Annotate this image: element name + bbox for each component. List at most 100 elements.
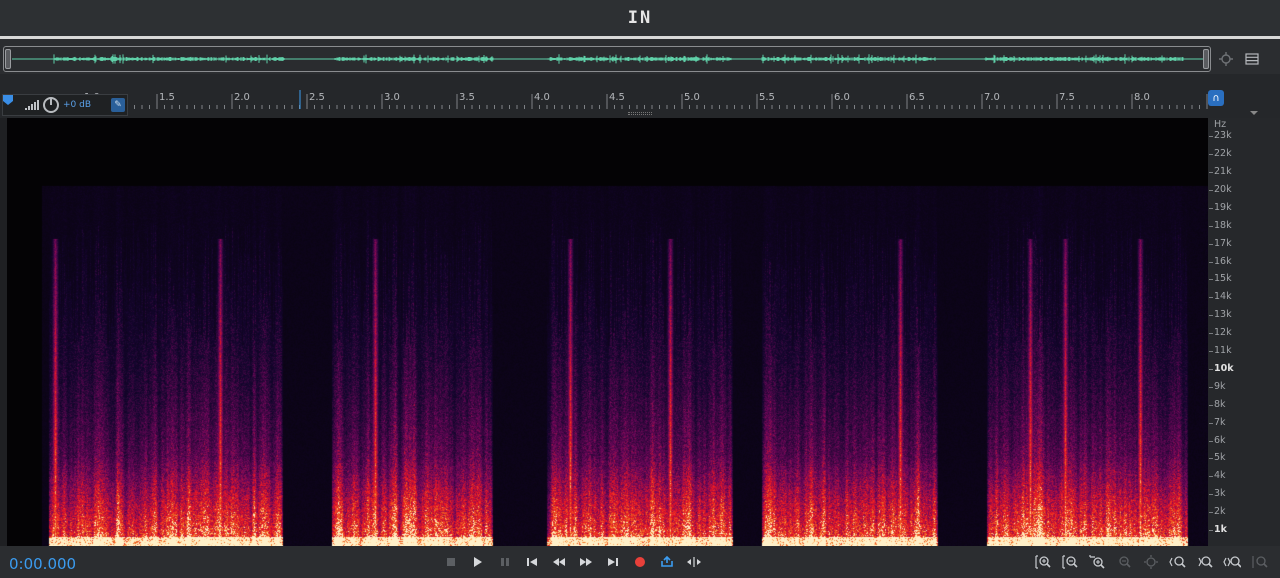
frequency-axis: Hz 23k 22k 21k 20k 19k 18k 17k 16k 15k 14k 13k 12k 1… [1208,118,1280,546]
playhead-marker[interactable] [3,95,13,105]
level-meter-icon [25,100,39,110]
frequency-tick [1209,154,1213,156]
frequency-tick [1209,440,1213,442]
ruler-label: 7.0 [984,92,1000,103]
frequency-tick [1209,494,1213,496]
go-to-end-button[interactable] [604,553,622,571]
ruler-label: 6.5 [909,92,925,103]
frequency-label: 6k [1214,434,1226,446]
ruler-label: 1.5 [159,92,175,103]
frequency-unit-label: Hz [1214,119,1227,130]
pause-button[interactable] [496,553,514,571]
ruler-label: 2.5 [309,92,325,103]
frequency-tick [1209,512,1213,514]
clip-gain-control: +0 dB ✎ [2,94,128,116]
frequency-tick [1209,243,1213,245]
frequency-tick [1209,136,1213,138]
pin-icon[interactable]: ✎ [111,98,125,112]
frequency-label: 17k [1214,237,1232,249]
chevron-down-icon[interactable] [1250,111,1258,115]
frequency-tick [1209,172,1213,173]
zoom-out-amplitude-button[interactable] [1061,553,1079,571]
title-bar: IN [0,0,1280,36]
loop-button[interactable] [658,553,676,571]
ruler-label: 4.5 [609,92,625,103]
gain-value[interactable]: +0 dB [63,100,91,110]
frequency-tick [1209,279,1213,281]
gain-knob-icon[interactable] [43,97,59,113]
frequency-tick [1209,315,1213,317]
zoom-reset-button[interactable] [1251,553,1269,571]
frequency-label: 15k [1214,273,1232,285]
spectrogram-canvas[interactable] [7,118,1208,546]
panel-menu-icon[interactable] [1242,49,1262,69]
frequency-label: 11k [1214,345,1232,356]
frequency-label: 18k [1214,219,1232,231]
snap-magnet-icon[interactable]: ∩ [1208,90,1224,106]
transport-bar: 0:00.000 [0,546,1280,578]
frequency-label: 10k [1214,362,1234,374]
frequency-tick [1209,458,1213,460]
frequency-tick [1209,189,1213,191]
skip-selection-button[interactable] [685,553,703,571]
frequency-label: 8k [1214,398,1226,410]
frequency-label: 23k [1214,130,1232,142]
frequency-tick [1209,386,1213,388]
frequency-label: 13k [1214,309,1232,321]
frequency-label: 3k [1214,488,1226,500]
overview-left-handle[interactable] [5,49,11,69]
zoom-in-amplitude-button[interactable] [1034,553,1052,571]
record-button[interactable] [631,553,649,571]
time-ruler-panel: 1.01.52.02.53.03.54.04.55.05.56.06.57.07… [0,74,1280,118]
overview-navigator[interactable] [3,46,1211,72]
frequency-label: 22k [1214,148,1232,160]
window-title: IN [627,8,653,28]
frequency-tick [1209,368,1213,370]
ruler-label: 5.0 [684,92,700,103]
ruler-label: 3.0 [384,92,400,103]
frequency-label: 4k [1214,470,1226,482]
frequency-label: 2k [1214,506,1226,518]
frequency-tick [1209,476,1213,478]
ruler-label: 5.5 [759,92,775,103]
frequency-label: 14k [1214,291,1232,303]
zoom-navigator-icon[interactable] [1216,49,1236,69]
frequency-label: 9k [1214,380,1226,392]
frequency-tick [1209,297,1213,299]
overview-waveform [12,54,1204,64]
resize-grip[interactable] [628,112,652,115]
frequency-label: 12k [1214,327,1232,339]
zoom-selection-button[interactable] [1169,553,1187,571]
spectral-display: Hz 23k 22k 21k 20k 19k 18k 17k 16k 15k 14k 13k 12k 1… [0,118,1280,546]
frequency-tick [1209,422,1213,424]
zoom-full-button[interactable] [1142,553,1160,571]
overview-right-handle[interactable] [1203,49,1209,69]
frequency-tick [1209,261,1213,263]
ruler-label: 4.0 [534,92,550,103]
frequency-label: 16k [1214,255,1232,267]
frequency-tick [1209,351,1213,352]
frequency-label: 19k [1214,201,1232,213]
zoom-in-left-button[interactable] [1196,553,1214,571]
fast-forward-button[interactable] [577,553,595,571]
waveform-trace [53,54,1184,64]
audio-editor: IN 1.01.52.02.53.03.54.04.55.05.56.06.57… [0,0,1280,578]
frequency-label: 21k [1214,166,1232,177]
time-display[interactable]: 0:00.000 [9,555,76,573]
frequency-label: 1k [1214,524,1227,535]
frequency-label: 20k [1214,183,1232,195]
play-button[interactable] [469,553,487,571]
frequency-tick [1209,404,1213,406]
frequency-label: 5k [1214,452,1226,464]
frequency-tick [1209,530,1213,531]
stop-button[interactable] [442,553,460,571]
overview-panel [0,46,1280,74]
time-ruler[interactable]: 1.01.52.02.53.03.54.04.55.05.56.06.57.07… [0,86,1212,110]
go-to-start-button[interactable] [523,553,541,571]
zoom-in-time-button[interactable] [1088,553,1106,571]
frequency-tick [1209,207,1213,209]
toolbar-spacer [0,39,1280,46]
zoom-out-time-button[interactable] [1115,553,1133,571]
zoom-in-right-button[interactable] [1223,553,1241,571]
rewind-button[interactable] [550,553,568,571]
